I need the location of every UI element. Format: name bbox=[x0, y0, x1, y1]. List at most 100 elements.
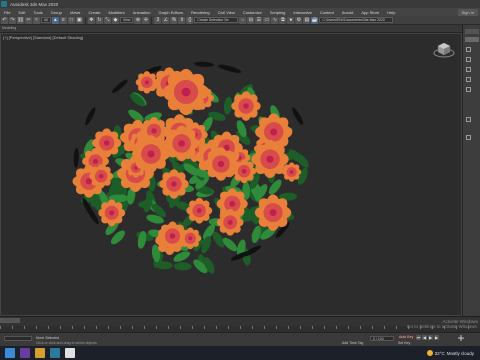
menu-customize[interactable]: Customize bbox=[239, 10, 266, 15]
flower-center bbox=[229, 200, 236, 207]
window-crossing-icon[interactable]: ▣ bbox=[75, 16, 83, 24]
play-icon[interactable]: ▶ bbox=[428, 335, 433, 340]
modifier-stack-icon[interactable] bbox=[466, 135, 471, 140]
unlink-icon[interactable]: ✂ bbox=[25, 16, 32, 24]
3ds-max-taskbar-icon[interactable] bbox=[50, 348, 60, 358]
menu-bar: File Edit Tools Group Views Create Modif… bbox=[0, 8, 480, 16]
perspective-viewport[interactable]: [+] [Perspective] [Standard] [Default Sh… bbox=[0, 33, 462, 316]
create-tab[interactable] bbox=[465, 29, 479, 34]
schematic-view-icon[interactable]: ⧉ bbox=[279, 16, 287, 24]
curve-editor-icon[interactable]: ∿ bbox=[271, 16, 279, 24]
layer-explorer-icon[interactable]: ☰ bbox=[255, 16, 263, 24]
viewport-label[interactable]: [+] [Perspective] [Standard] [Default Sh… bbox=[3, 35, 83, 40]
rendered-frame-window-icon[interactable]: ▤ bbox=[303, 16, 311, 24]
timeline-tick bbox=[264, 326, 265, 329]
mirror-icon[interactable]: ⇔ bbox=[239, 16, 247, 24]
menu-scripting[interactable]: Scripting bbox=[266, 10, 290, 15]
add-time-tag[interactable]: Add Time Tag bbox=[342, 341, 363, 345]
spinner-snap-icon[interactable]: ⇕ bbox=[178, 16, 186, 24]
menu-civil-view[interactable]: Civil View bbox=[214, 10, 239, 15]
menu-app-store[interactable]: App Store bbox=[357, 10, 383, 15]
scale-icon[interactable]: ⤡ bbox=[103, 16, 111, 24]
flower-center bbox=[103, 140, 110, 146]
shadow-leaf bbox=[111, 79, 128, 93]
separator bbox=[151, 16, 153, 24]
select-and-manipulate-icon[interactable]: ✢ bbox=[142, 16, 150, 24]
object-type-icon[interactable] bbox=[466, 57, 471, 62]
workspace-path-dropdown[interactable]: C:\Users\Ehh\Documents\3ds Max 2020 bbox=[319, 17, 394, 23]
menu-interactive[interactable]: Interactive bbox=[289, 10, 315, 15]
menu-tools[interactable]: Tools bbox=[29, 10, 46, 15]
rotate-icon[interactable]: ↻ bbox=[95, 16, 103, 24]
menu-views[interactable]: Views bbox=[66, 10, 85, 15]
flower-center bbox=[243, 103, 249, 109]
timeline-tick bbox=[60, 326, 61, 329]
link-icon[interactable]: ⛓ bbox=[17, 16, 24, 24]
edit-named-selection-icon[interactable]: {} bbox=[186, 16, 194, 24]
menu-group[interactable]: Group bbox=[47, 10, 66, 15]
frame-counter[interactable]: 0 / 100 bbox=[370, 336, 394, 341]
angle-snap-icon[interactable]: ∠ bbox=[162, 16, 170, 24]
menu-edit[interactable]: Edit bbox=[14, 10, 29, 15]
menu-arnold[interactable]: Arnold bbox=[338, 10, 358, 15]
undo-icon[interactable]: ↶ bbox=[1, 16, 8, 24]
start-button-icon[interactable] bbox=[5, 348, 15, 358]
move-icon[interactable]: ✥ bbox=[87, 16, 95, 24]
next-frame-icon[interactable]: ▶ bbox=[434, 335, 439, 340]
reference-coordinate-dropdown[interactable]: View bbox=[119, 17, 134, 23]
flower-center bbox=[217, 160, 225, 168]
rectangular-selection-icon[interactable]: □ bbox=[67, 16, 75, 24]
toggle-ribbon-icon[interactable]: ▭ bbox=[263, 16, 271, 24]
snaps-toggle-icon[interactable]: 3 bbox=[154, 16, 162, 24]
render-setup-icon[interactable]: ⚙ bbox=[295, 16, 303, 24]
add-viewport-plus-icon[interactable]: + bbox=[456, 332, 466, 344]
render-production-icon[interactable]: ☕ bbox=[311, 16, 319, 24]
modifier-stack-icon[interactable] bbox=[466, 117, 471, 122]
object-type-icon[interactable] bbox=[466, 47, 471, 52]
menu-graph-editors[interactable]: Graph Editors bbox=[154, 10, 187, 15]
flower-center bbox=[98, 173, 104, 179]
placement-icon[interactable]: ◆ bbox=[111, 16, 119, 24]
time-slider-handle[interactable] bbox=[0, 318, 20, 323]
ribbon: Modeling bbox=[0, 25, 480, 33]
timeline-tick bbox=[372, 326, 373, 329]
object-type-icon[interactable] bbox=[466, 67, 471, 72]
pivot-point-icon[interactable]: ⊕ bbox=[134, 16, 142, 24]
go-to-start-icon[interactable]: ⏮ bbox=[416, 335, 421, 340]
timeline-tick bbox=[396, 326, 397, 329]
timeline-tick bbox=[348, 326, 349, 329]
timeline-tick bbox=[360, 326, 361, 329]
menu-rendering[interactable]: Rendering bbox=[187, 10, 213, 15]
redo-icon[interactable]: ↷ bbox=[9, 16, 16, 24]
selection-filter-dropdown[interactable]: All bbox=[41, 17, 51, 23]
auto-key-button[interactable]: Auto Key bbox=[398, 335, 415, 339]
taskbar-app-icon[interactable] bbox=[65, 348, 75, 358]
material-editor-icon[interactable]: ● bbox=[287, 16, 295, 24]
taskbar-app-icon[interactable] bbox=[20, 348, 30, 358]
select-object-icon[interactable]: ▲ bbox=[51, 16, 59, 24]
sign-in-button[interactable]: Sign In bbox=[457, 8, 478, 16]
align-icon[interactable]: ⊟ bbox=[247, 16, 255, 24]
activate-line2: Go to Settings to activate Windows. bbox=[406, 324, 478, 329]
object-type-icon[interactable] bbox=[466, 77, 471, 82]
windows-taskbar: 32°C Mostly cloudy bbox=[0, 346, 480, 360]
modify-tab[interactable] bbox=[465, 37, 479, 42]
timeline-tick bbox=[204, 326, 205, 329]
menu-create[interactable]: Create bbox=[84, 10, 104, 15]
bind-space-warp-icon[interactable]: ≈ bbox=[33, 16, 40, 24]
percent-snap-icon[interactable]: % bbox=[170, 16, 178, 24]
menu-modifiers[interactable]: Modifiers bbox=[104, 10, 128, 15]
menu-file[interactable]: File bbox=[0, 10, 14, 15]
object-type-icon[interactable] bbox=[466, 87, 471, 92]
menu-content[interactable]: Content bbox=[316, 10, 338, 15]
previous-frame-icon[interactable]: ◀ bbox=[422, 335, 427, 340]
menu-animation[interactable]: Animation bbox=[129, 10, 155, 15]
viewcube-icon[interactable] bbox=[433, 39, 455, 59]
maxscript-listener[interactable] bbox=[4, 336, 32, 341]
set-key-button[interactable]: Set Key bbox=[398, 341, 410, 345]
named-selection-set-dropdown[interactable]: Create Selection Se bbox=[194, 17, 239, 23]
file-explorer-icon[interactable] bbox=[35, 348, 45, 358]
select-by-name-icon[interactable]: ≡ bbox=[59, 16, 67, 24]
menu-help[interactable]: Help bbox=[383, 10, 399, 15]
weather-widget[interactable]: 32°C Mostly cloudy bbox=[426, 350, 480, 356]
